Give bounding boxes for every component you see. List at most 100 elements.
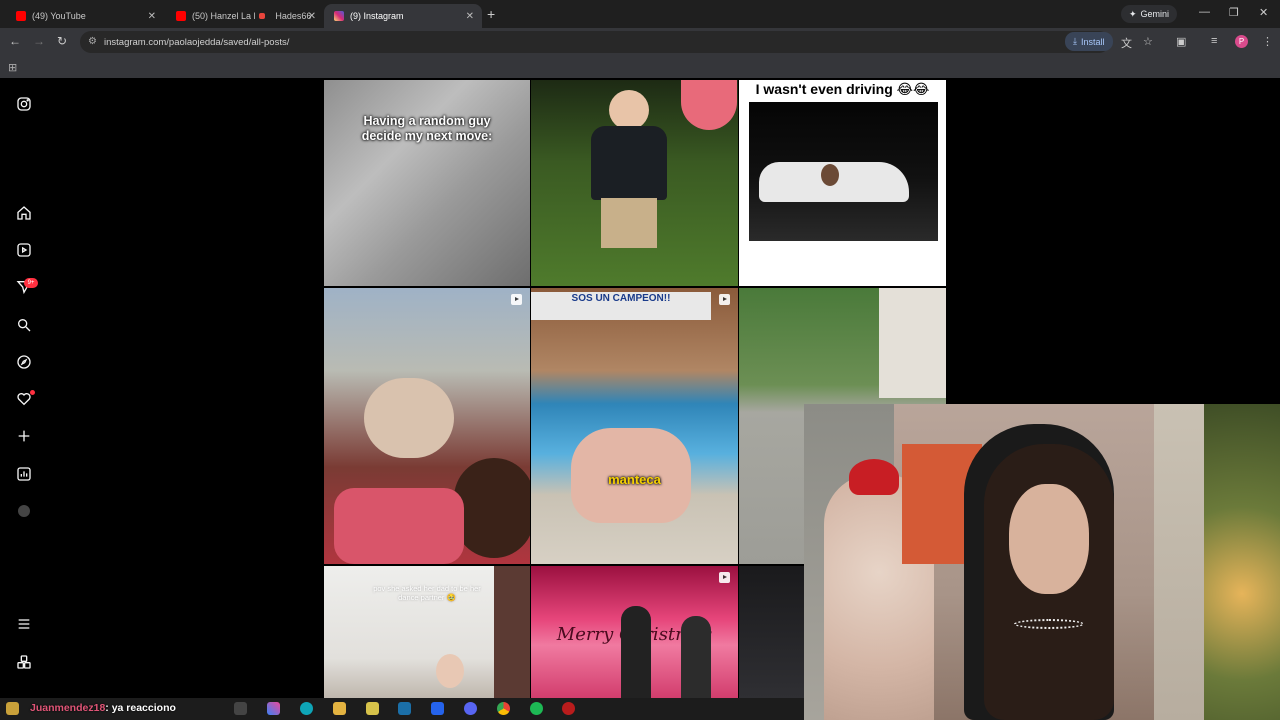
doorway-shape [494,566,530,698]
explore-icon[interactable] [14,352,34,372]
steam-icon[interactable] [398,702,411,715]
reel-icon [719,294,730,305]
obs-icon[interactable] [562,702,575,715]
apps-grid-icon[interactable]: ⊞ [8,61,17,74]
woman-shape [621,606,651,698]
spotify-icon[interactable] [530,702,543,715]
instagram-logo-icon[interactable] [14,94,34,114]
back-button[interactable]: ← [9,34,21,48]
edge-icon[interactable] [300,702,313,715]
post-tile[interactable]: Having a random guy decide my next move: [324,80,530,286]
post-caption: manteca [608,472,661,487]
tab-youtube[interactable]: (49) YouTube ✕ [6,4,164,28]
star-icon[interactable]: ☆ [1143,35,1153,48]
tab-title: (49) YouTube [32,11,86,21]
youtube-icon [16,11,26,21]
reel-icon [719,572,730,583]
close-icon[interactable]: ✕ [148,11,156,22]
also-from-meta-icon[interactable] [14,652,34,672]
chat-text: : ya reacciono [105,702,176,714]
reload-button[interactable]: ↻ [57,34,67,48]
child-shirt [591,126,667,200]
pink-blanket [334,488,464,564]
notes-icon[interactable] [366,702,379,715]
chat-message: Juanmendez18: ya reacciono [30,702,176,714]
bookmarks-bar: ⊞ [0,56,1280,78]
post-tile[interactable] [531,80,738,286]
notification-badge: 9+ [24,278,38,288]
tab-title: (50) Hanzel La H [192,11,256,21]
close-window-button[interactable]: ✕ [1259,6,1268,19]
more-menu-icon[interactable] [14,614,34,634]
copilot-icon[interactable] [267,702,280,715]
tab-bar: (49) YouTube ✕ (50) Hanzel La H Hades66 … [0,0,1280,28]
face-shape [1009,484,1089,594]
taskview-icon[interactable] [234,702,247,715]
reel-icon [511,294,522,305]
app-icon[interactable] [431,702,444,715]
chat-username: Juanmendez18 [30,702,106,714]
gemini-label: Gemini [1140,9,1170,19]
christmas-tree [1204,404,1280,720]
new-tab-button[interactable]: + [487,6,495,22]
post-tile[interactable] [739,566,804,698]
discord-icon[interactable] [464,702,477,715]
person-shape [879,288,946,398]
translate-icon[interactable]: 文 [1121,35,1132,51]
site-info-icon[interactable]: ⚙ [88,36,97,47]
x-icon [259,13,266,19]
close-icon[interactable]: ✕ [308,11,316,22]
necklace [1014,619,1084,629]
gemini-button[interactable]: ✦ Gemini [1121,5,1178,23]
post-tile[interactable] [324,288,530,564]
reels-icon[interactable] [14,240,34,260]
instagram-icon [334,11,344,21]
sidepanel-icon[interactable]: ▣ [1176,35,1186,48]
url-text: instagram.com/paolaojedda/saved/all-post… [104,36,290,48]
home-icon[interactable] [14,203,34,223]
chat-emote-icon [6,702,19,715]
post-caption: SOS UN CAMPEON!! [531,292,711,320]
child-shorts [601,198,657,248]
sparkle-icon: ✦ [1129,8,1137,19]
post-image [749,102,938,241]
profile-avatar-icon[interactable] [14,501,34,521]
install-label: Install [1080,36,1105,47]
chrome-icon[interactable] [497,702,510,715]
webcam-overlay [804,404,1280,720]
post-caption: Having a random guy decide my next move: [361,114,493,143]
man-shape [364,378,454,458]
forward-button[interactable]: → [33,34,45,48]
post-tile[interactable]: pov she asked her dad to be her dance pa… [324,566,530,698]
folder-icon[interactable] [333,702,346,715]
media-icon[interactable]: ≡ [1211,35,1217,47]
create-icon[interactable] [14,426,34,446]
youtube-icon [176,11,186,21]
restore-button[interactable]: ❐ [1229,6,1239,19]
install-icon: ⤓ [1073,36,1077,46]
pink-object [681,80,737,130]
santa-hat [849,459,899,495]
menu-icon[interactable]: ⋮ [1262,35,1273,48]
tab-hanzel[interactable]: (50) Hanzel La H Hades66 - ✕ [166,4,324,28]
instagram-sidebar: 9+ [0,78,48,698]
post-caption: I wasn't even driving 😂😂 [755,81,930,97]
driver-shape [821,164,839,186]
woman-shape [681,616,711,698]
address-bar[interactable]: ⚙ instagram.com/paolaojedda/saved/all-po… [80,31,1110,53]
dashboard-icon[interactable] [14,464,34,484]
tab-title: (9) Instagram [350,11,404,21]
post-tile[interactable]: SOS UN CAMPEON!! manteca [531,288,738,564]
girl-shape [436,654,464,688]
profile-avatar[interactable]: P [1235,35,1248,48]
minimize-button[interactable]: — [1199,6,1210,18]
man-face-shape [454,458,530,558]
close-icon[interactable]: ✕ [466,11,474,22]
post-tile[interactable]: Merry Christmas [531,566,738,698]
search-icon[interactable] [14,315,34,335]
child-head [609,90,649,130]
install-button[interactable]: ⤓ Install [1065,32,1113,51]
post-tile[interactable]: I wasn't even driving 😂😂 [739,80,946,286]
tab-instagram[interactable]: (9) Instagram ✕ [324,4,482,28]
notification-dot [30,390,35,395]
